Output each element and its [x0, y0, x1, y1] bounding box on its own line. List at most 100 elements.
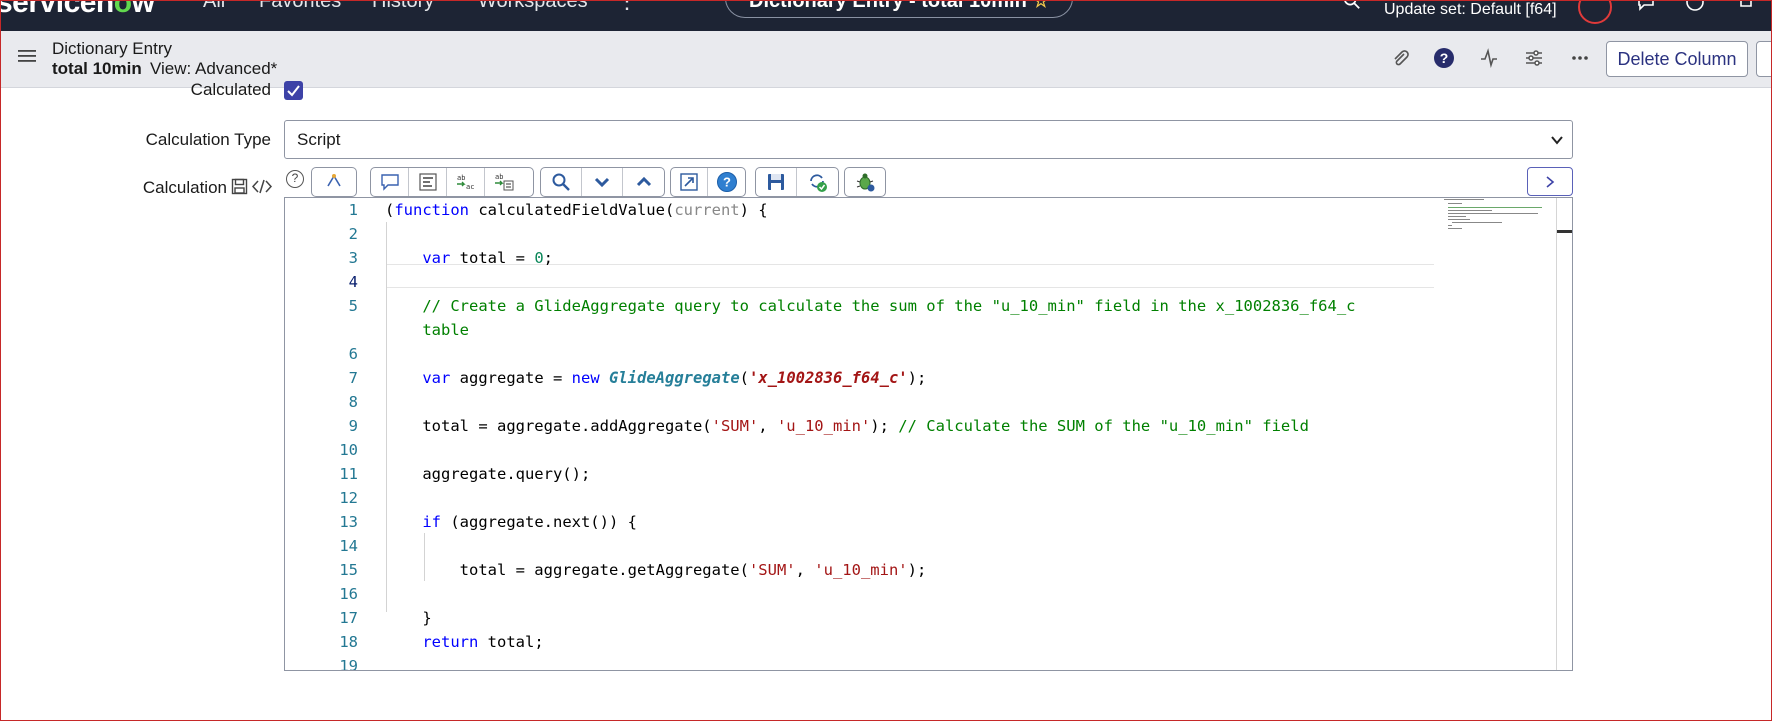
favorite-star-icon[interactable]: ☆ [1033, 0, 1049, 11]
help-icon[interactable] [1685, 0, 1705, 12]
view-label[interactable]: View: Advanced* [150, 59, 277, 79]
code-line: 4 [285, 270, 1435, 294]
search-prev-icon[interactable] [623, 168, 664, 196]
calculation-label: Calculation [142, 178, 227, 197]
code-line: 13 if (aggregate.next()) { [285, 510, 1435, 534]
line-number: 18 [339, 633, 358, 651]
debug-icon[interactable] [845, 168, 885, 196]
line-number: 17 [339, 609, 358, 627]
replace-all-icon[interactable]: ab [485, 168, 523, 196]
activity-icon[interactable] [1477, 46, 1501, 70]
code-line: 16 [285, 582, 1435, 606]
search-icon[interactable] [541, 168, 582, 196]
comment-icon[interactable] [371, 168, 409, 196]
attachment-icon[interactable] [1388, 46, 1412, 70]
globe-icon[interactable] [1578, 0, 1612, 24]
editor-scrollbar[interactable] [1556, 198, 1557, 670]
line-number: 7 [348, 369, 358, 387]
servicenow-logo[interactable]: servicenow [0, 0, 155, 20]
code-comment: // Create a GlideAggregate query to calc… [385, 297, 1356, 315]
script-editor[interactable]: 1 (function calculatedFieldValue(current)… [284, 197, 1573, 671]
line-number: 3 [348, 249, 358, 267]
code-line: 9 total = aggregate.addAggregate('SUM', … [285, 414, 1435, 438]
code-text: aggregate.query(); [385, 465, 591, 483]
code-line: 8 [285, 390, 1435, 414]
overflow-button[interactable] [1756, 41, 1772, 77]
calculated-label: Calculated [190, 80, 271, 99]
line-number: 9 [348, 417, 358, 435]
nav-more-icon[interactable]: ⋮ [616, 0, 638, 14]
code-line: 5 // Create a GlideAggregate query to ca… [285, 294, 1435, 318]
editor-scroll-thumb[interactable] [1557, 230, 1572, 233]
toolbar-group-format [311, 167, 357, 197]
line-number: 6 [348, 345, 358, 363]
code-icon[interactable] [252, 178, 272, 195]
toolbar-group-search [540, 167, 665, 197]
more-icon[interactable] [1568, 46, 1592, 70]
code-line: 19 [285, 654, 1435, 671]
chevron-right-icon [1546, 175, 1555, 188]
search-next-icon[interactable] [582, 168, 623, 196]
nav-history[interactable]: History [372, 0, 434, 13]
menu-icon[interactable] [18, 49, 36, 63]
nav-favorites[interactable]: Favorites [259, 0, 341, 13]
nav-all[interactable]: All [203, 0, 225, 13]
svg-text:?: ? [1440, 50, 1449, 66]
line-number: 13 [339, 513, 358, 531]
line-number: 10 [339, 441, 358, 459]
script-sync-icon[interactable] [797, 168, 838, 196]
code-text: return total; [422, 633, 544, 651]
top-navigation: servicenow All Favorites History Workspa… [0, 0, 1772, 31]
help-circle-icon[interactable]: ? [708, 168, 745, 196]
toolbar-group-save [755, 167, 839, 197]
code-line: 2 [285, 222, 1435, 246]
code-minimap[interactable] [1442, 198, 1560, 248]
svg-text:ac: ac [466, 183, 474, 191]
svg-text:?: ? [723, 175, 731, 190]
toolbar-group-edit: ab ac ab [370, 167, 534, 197]
code-line: 1 (function calculatedFieldValue(current)… [285, 198, 1435, 222]
expand-panel-button[interactable] [1527, 167, 1573, 196]
toolbar-group-debug [844, 167, 886, 197]
record-title-pill[interactable]: Dictionary Entry - total 10min ☆ [725, 0, 1073, 18]
chevron-down-icon [1551, 136, 1563, 145]
save-icon[interactable] [756, 168, 797, 196]
svg-text:ab: ab [457, 174, 465, 182]
record-title-text: Dictionary Entry - total 10min [749, 0, 1027, 12]
fullscreen-icon[interactable] [671, 168, 709, 196]
calculation-type-select[interactable]: Script [284, 120, 1573, 159]
record-name: total 10min [52, 59, 142, 78]
delete-column-button[interactable]: Delete Column [1606, 41, 1748, 77]
code-line: 14 [285, 534, 1435, 558]
help-icon[interactable]: ? [1432, 46, 1456, 70]
code-line: 3 var total = 0; [285, 246, 1435, 270]
code-text: total = aggregate.addAggregate('SUM', 'u… [385, 417, 1309, 435]
nav-workspaces[interactable]: Workspaces [478, 0, 588, 13]
line-number: 14 [339, 537, 358, 555]
code-text: var aggregate = new GlideAggregate('x_10… [422, 369, 927, 387]
format-code-icon[interactable] [312, 168, 356, 196]
line-number: 19 [339, 657, 358, 671]
code-text: (function calculatedFieldValue(current) … [385, 201, 768, 219]
search-icon[interactable] [1343, 0, 1361, 10]
notifications-icon[interactable] [1736, 0, 1756, 12]
settings-icon[interactable] [1522, 46, 1546, 70]
replace-icon[interactable]: ab ac [447, 168, 485, 196]
line-number: 8 [348, 393, 358, 411]
line-number: 5 [348, 297, 358, 315]
code-line: 15 total = aggregate.getAggregate('SUM',… [285, 558, 1435, 582]
format-icon[interactable] [409, 168, 447, 196]
update-set-label[interactable]: Update set: Default [f64] [1384, 0, 1557, 20]
line-number: 1 [348, 201, 358, 219]
calculation-type-label: Calculation Type [145, 130, 271, 149]
chat-icon[interactable] [1636, 0, 1656, 12]
code-line: 6 [285, 342, 1435, 366]
save-icon[interactable] [231, 178, 248, 195]
help-icon[interactable]: ? [286, 170, 304, 188]
toolbar-group-view: ? [670, 167, 746, 197]
code-line: 7 var aggregate = new GlideAggregate('x_… [285, 366, 1435, 390]
code-line: 18 return total; [285, 630, 1435, 654]
svg-text:ab: ab [495, 173, 503, 181]
code-text: total = aggregate.getAggregate('SUM', 'u… [385, 561, 927, 579]
calculated-checkbox[interactable] [284, 81, 303, 100]
